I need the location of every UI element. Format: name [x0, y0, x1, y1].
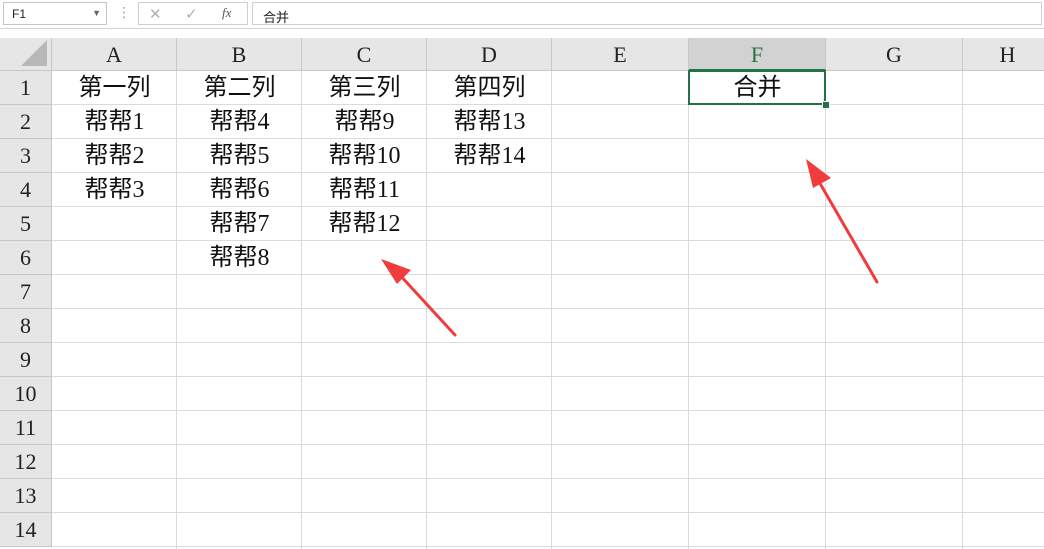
- name-box-value: F1: [12, 7, 27, 21]
- column-header-b[interactable]: B: [177, 38, 302, 71]
- cell-b3[interactable]: 帮帮5: [177, 139, 302, 173]
- cell-c2[interactable]: 帮帮9: [302, 105, 427, 139]
- cell-c5[interactable]: 帮帮12: [302, 207, 427, 241]
- cell-c1[interactable]: 第三列: [302, 71, 427, 105]
- cell-c4[interactable]: 帮帮11: [302, 173, 427, 207]
- row-header-10[interactable]: 10: [0, 377, 52, 411]
- formula-input[interactable]: 合并: [252, 2, 1042, 25]
- column-header-e[interactable]: E: [552, 38, 689, 71]
- column-header-a[interactable]: A: [52, 38, 177, 71]
- row-header-9[interactable]: 9: [0, 343, 52, 377]
- column-header-g[interactable]: G: [826, 38, 963, 71]
- cell-d3[interactable]: 帮帮14: [427, 139, 552, 173]
- row-header-6[interactable]: 6: [0, 241, 52, 275]
- selected-cell-outline: [688, 70, 826, 105]
- column-header-c[interactable]: C: [302, 38, 427, 71]
- select-all-triangle-icon: [21, 40, 47, 66]
- gridline-horizontal: [52, 410, 1044, 411]
- cell-a4[interactable]: 帮帮3: [52, 173, 177, 207]
- row-header-7[interactable]: 7: [0, 275, 52, 309]
- row-header-1[interactable]: 1: [0, 71, 52, 105]
- column-header-d[interactable]: D: [427, 38, 552, 71]
- row-header-14[interactable]: 14: [0, 513, 52, 547]
- name-box[interactable]: F1 ▼: [3, 2, 107, 25]
- row-header-3[interactable]: 3: [0, 139, 52, 173]
- gridline-horizontal: [52, 444, 1044, 445]
- gridline-horizontal: [52, 376, 1044, 377]
- formula-bar: F1 ▼ ⋮ ✕ ✓ fx 合并: [0, 0, 1044, 29]
- cell-c3[interactable]: 帮帮10: [302, 139, 427, 173]
- row-header-4[interactable]: 4: [0, 173, 52, 207]
- cell-b4[interactable]: 帮帮6: [177, 173, 302, 207]
- row-header-11[interactable]: 11: [0, 411, 52, 445]
- cell-a2[interactable]: 帮帮1: [52, 105, 177, 139]
- formula-buttons: ✕ ✓ fx: [138, 2, 248, 25]
- row-header-13[interactable]: 13: [0, 479, 52, 513]
- gridline-horizontal: [52, 546, 1044, 547]
- row-header-5[interactable]: 5: [0, 207, 52, 241]
- fill-handle[interactable]: [822, 101, 830, 109]
- select-all-button[interactable]: [0, 38, 52, 71]
- gridline-horizontal: [52, 512, 1044, 513]
- spreadsheet-grid: A B C D E F G H 1 2 3 4 5 6 7 8 9 10 11 12 13 14 第一列 第二列 第三列 第四列合…: [0, 38, 1044, 549]
- column-header-h[interactable]: H: [963, 38, 1044, 71]
- cell-b5[interactable]: 帮帮7: [177, 207, 302, 241]
- fx-icon[interactable]: fx: [222, 5, 231, 21]
- gridline-horizontal: [52, 478, 1044, 479]
- cell-b6[interactable]: 帮帮8: [177, 241, 302, 275]
- row-header-2[interactable]: 2: [0, 105, 52, 139]
- formula-bar-grip-icon: ⋮: [117, 4, 131, 20]
- cell-d2[interactable]: 帮帮13: [427, 105, 552, 139]
- dropdown-arrow-icon[interactable]: ▼: [92, 8, 101, 18]
- cell-a3[interactable]: 帮帮2: [52, 139, 177, 173]
- row-header-12[interactable]: 12: [0, 445, 52, 479]
- cancel-icon[interactable]: ✕: [149, 5, 162, 23]
- gridline-horizontal: [52, 308, 1044, 309]
- cell-a1[interactable]: 第一列: [52, 71, 177, 105]
- formula-value: 合并: [263, 10, 290, 25]
- gridline-horizontal: [52, 342, 1044, 343]
- row-header-8[interactable]: 8: [0, 309, 52, 343]
- enter-icon[interactable]: ✓: [185, 5, 198, 23]
- cell-d1[interactable]: 第四列: [427, 71, 552, 105]
- cell-b1[interactable]: 第二列: [177, 71, 302, 105]
- cell-b2[interactable]: 帮帮4: [177, 105, 302, 139]
- column-header-f[interactable]: F: [689, 38, 826, 71]
